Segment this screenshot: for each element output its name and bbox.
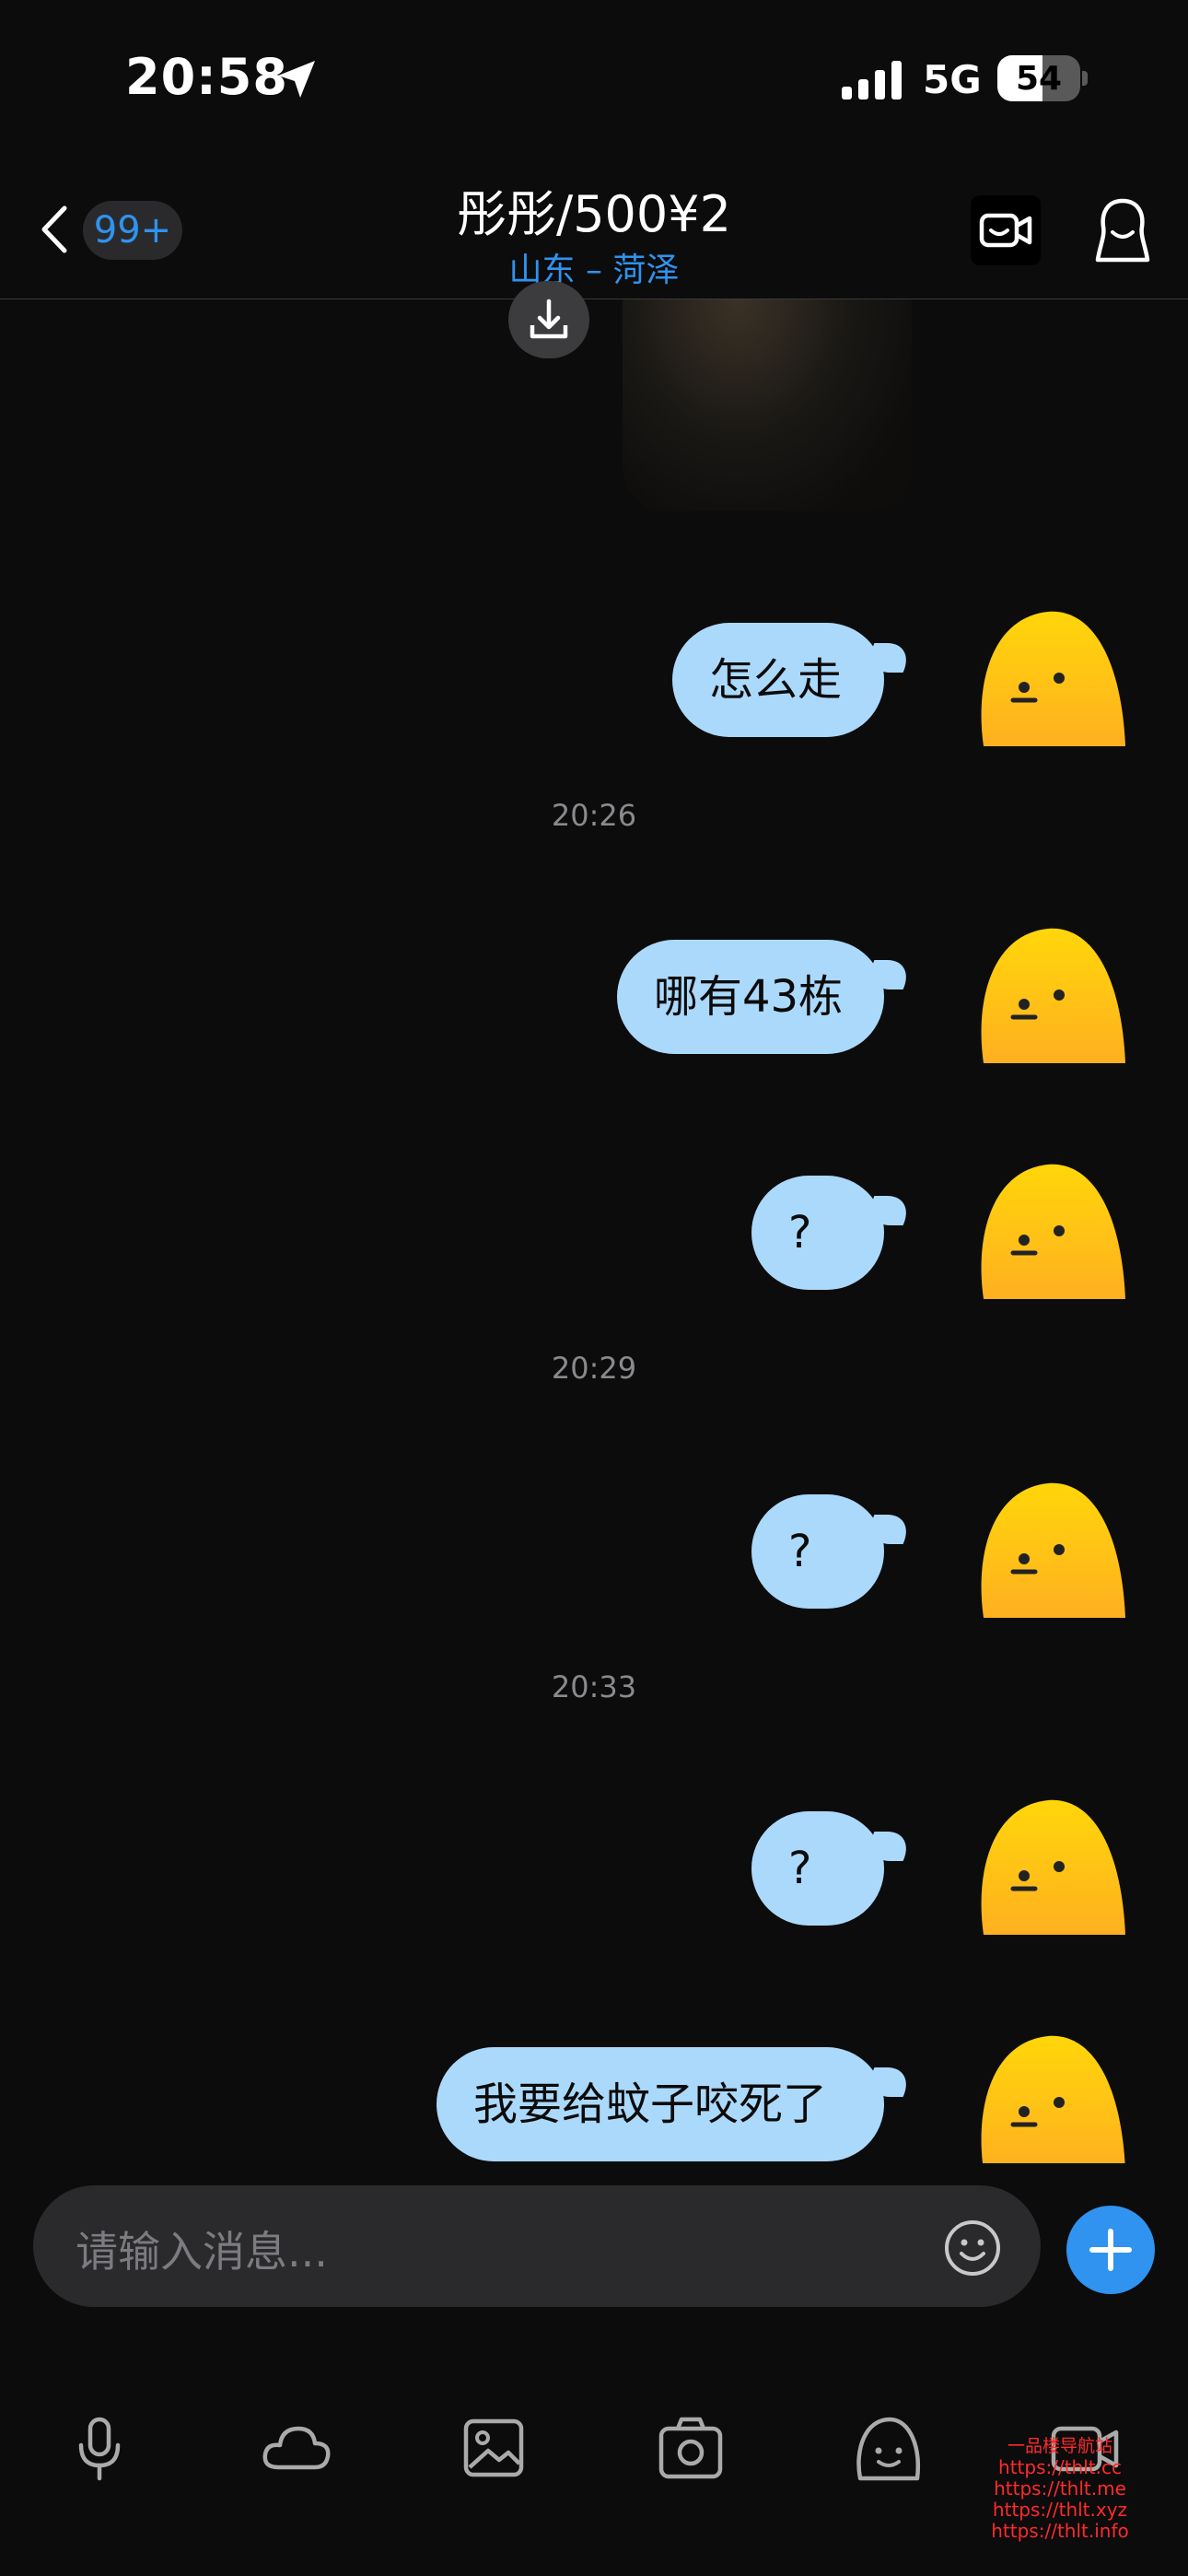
message-text: 我要给蚊子咬死了 <box>473 2078 828 2130</box>
mic-icon[interactable] <box>63 2416 136 2482</box>
cloud-icon[interactable] <box>260 2416 333 2482</box>
message-bubble[interactable]: 哪有43栋 <box>617 940 884 1054</box>
image-icon[interactable] <box>457 2416 530 2482</box>
watermark-url: https://thlt.me <box>994 2477 1126 2500</box>
plus-icon <box>1089 2229 1132 2271</box>
profile-icon[interactable] <box>1092 195 1153 265</box>
back-chevron-icon[interactable] <box>37 205 70 254</box>
message-input-placeholder: 请输入消息... <box>76 2227 328 2277</box>
sticker-icon[interactable] <box>851 2416 925 2482</box>
avatar-icon[interactable] <box>974 2032 1127 2163</box>
emoji-icon[interactable] <box>943 2219 1002 2277</box>
video-call-button[interactable] <box>971 195 1041 265</box>
avatar-icon[interactable] <box>974 1480 1127 1623</box>
download-button[interactable] <box>508 281 589 358</box>
message-bubble[interactable]: ? <box>751 1494 884 1609</box>
add-button[interactable] <box>1066 2206 1155 2294</box>
camera-icon[interactable] <box>654 2416 728 2482</box>
status-time: 20:58 <box>125 48 288 106</box>
avatar-icon[interactable] <box>974 925 1127 1069</box>
avatar-icon[interactable] <box>974 1161 1127 1305</box>
watermark-url: https://thlt.cc <box>998 2456 1122 2478</box>
download-icon <box>530 299 568 339</box>
watermark-brand: 一品楼导航站 <box>1007 2436 1112 2456</box>
network-type: 5G <box>923 57 982 102</box>
chat-title: 彤彤/500¥2 <box>457 185 731 243</box>
message-timestamp: 20:26 <box>551 798 637 833</box>
location-arrow-icon <box>278 61 315 98</box>
cellular-signal-icon <box>842 61 902 100</box>
message-bubble[interactable]: 我要给蚊子咬死了 <box>437 2047 884 2161</box>
image-message[interactable] <box>623 299 912 511</box>
message-text: ? <box>788 1207 812 1259</box>
battery-indicator: 54 <box>997 55 1080 101</box>
watermark-url: https://thlt.xyz <box>992 2499 1128 2521</box>
avatar-icon[interactable] <box>974 1797 1127 1940</box>
message-timestamp: 20:29 <box>551 1351 637 1386</box>
message-text: ? <box>788 1843 812 1894</box>
message-text: 怎么走 <box>709 654 843 706</box>
battery-tip <box>1082 71 1088 86</box>
message-text: ? <box>788 1526 812 1577</box>
message-bubble[interactable]: 怎么走 <box>672 623 884 737</box>
message-bubble[interactable]: ? <box>751 1176 884 1290</box>
avatar-icon[interactable] <box>974 608 1127 752</box>
message-text: 哪有43栋 <box>654 971 844 1023</box>
chat-location: 山东 – 菏泽 <box>508 252 680 289</box>
message-timestamp: 20:33 <box>551 1669 637 1704</box>
watermark: 一品楼导航站 https://thlt.cc https://thlt.me h… <box>982 2436 1138 2542</box>
battery-percent: 54 <box>1015 60 1063 98</box>
watermark-url: https://thlt.info <box>991 2520 1129 2542</box>
unread-count-badge[interactable]: 99+ <box>83 201 182 260</box>
message-bubble[interactable]: ? <box>751 1811 884 1926</box>
video-camera-icon <box>979 213 1032 248</box>
